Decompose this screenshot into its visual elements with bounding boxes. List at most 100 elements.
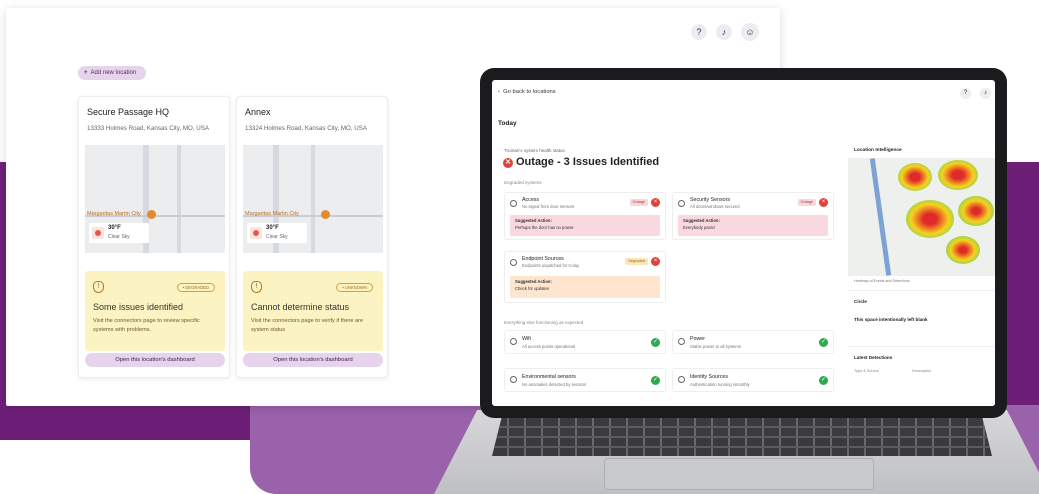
location-pin-icon xyxy=(147,210,156,219)
weather-temp: 30°F xyxy=(108,225,121,231)
column-header[interactable]: Type & Source xyxy=(854,369,879,373)
location-map[interactable]: Margaritas Martin City 30°F Clear Sky xyxy=(85,145,225,253)
outage-badge: Outage xyxy=(797,199,816,206)
access-icon xyxy=(510,200,517,207)
system-description: Stable power to all systems xyxy=(690,344,741,349)
system-title: Access xyxy=(522,197,540,203)
system-title: Power xyxy=(690,336,706,342)
system-card-identity[interactable]: Identity Sources Authentication running … xyxy=(672,368,834,392)
back-link-label: Go back to locations xyxy=(503,89,556,95)
column-header[interactable]: Description xyxy=(912,369,931,373)
system-description: No signal from door sensors xyxy=(522,204,575,209)
weather-widget: 30°F Clear Sky xyxy=(247,223,307,243)
weather-icon xyxy=(250,227,262,239)
suggested-action-label: Suggested Action: xyxy=(515,218,552,223)
status-box: ! • UNKNOWN Cannot determine status Visi… xyxy=(243,271,383,351)
system-title: Identity Sources xyxy=(690,374,728,380)
bell-icon[interactable]: ♪ xyxy=(980,88,991,99)
help-icon[interactable]: ? xyxy=(960,88,971,99)
status-description: Visit the connectors page to verify if t… xyxy=(251,318,364,333)
health-label: Truman's system health status xyxy=(504,148,565,153)
suggested-action: Suggested Action: Check for updates xyxy=(510,276,660,298)
suggested-action: Suggested Action: Everybody panic! xyxy=(678,215,828,236)
wifi-icon xyxy=(510,338,517,345)
check-icon: ✓ xyxy=(819,376,828,385)
location-map[interactable]: Margaritas Martin City 30°F Clear Sky xyxy=(243,145,383,253)
circle-panel: Circle This space intentionally left bla… xyxy=(848,290,995,336)
degraded-badge: Degraded xyxy=(625,258,648,265)
back-link[interactable]: ‹ Go back to locations xyxy=(498,89,556,95)
outage-badge: Outage xyxy=(629,199,648,206)
error-icon: × xyxy=(819,198,828,207)
health-panel: Truman's system health status ✕ Outage - … xyxy=(498,140,838,406)
shield-alert-icon: ! xyxy=(93,281,104,293)
map-place-label: Margaritas Martin City xyxy=(87,211,141,217)
weather-condition: Clear Sky xyxy=(108,234,130,240)
heat-spot xyxy=(938,160,978,190)
endpoint-icon xyxy=(510,259,517,266)
status-title: Some issues identified xyxy=(93,302,184,312)
open-dashboard-button[interactable]: Open this location's dashboard xyxy=(243,353,383,367)
heat-spot xyxy=(898,163,932,191)
system-title: Endpoint Sources xyxy=(522,256,564,262)
system-description: All doors/windows secured xyxy=(690,204,740,209)
system-card-access[interactable]: Access No signal from door sensors Outag… xyxy=(504,192,666,240)
location-address: 13333 Holmes Road, Kansas City, MO, USA xyxy=(87,125,209,132)
shield-alert-icon: ! xyxy=(251,281,262,293)
add-location-button[interactable]: + Add new location xyxy=(78,66,146,80)
status-description: Visit the connectors page to review spec… xyxy=(93,318,200,333)
location-card-annex: Annex 13324 Holmes Road, Kansas City, MO… xyxy=(236,96,388,378)
suggested-action-text: Check for updates xyxy=(515,286,549,291)
power-icon xyxy=(678,338,685,345)
ok-label: Everything else functioning as expected xyxy=(504,320,584,325)
weather-icon xyxy=(92,227,104,239)
system-card-power[interactable]: Power Stable power to all systems ✓ xyxy=(672,330,834,354)
heatmap[interactable] xyxy=(848,158,995,276)
error-icon: × xyxy=(651,257,660,266)
system-title: Environmental sensors xyxy=(522,374,576,380)
status-title: Cannot determine status xyxy=(251,302,350,312)
check-icon: ✓ xyxy=(651,376,660,385)
suggested-action-text: Perhaps the door has no power. xyxy=(515,225,575,230)
location-pin-icon xyxy=(321,210,330,219)
heatmap-caption: Heatmap of Events and Detections xyxy=(854,279,910,283)
bell-icon[interactable]: ♪ xyxy=(716,24,732,40)
circle-title: Circle xyxy=(854,299,867,304)
system-card-security-sensors[interactable]: Security Sensors All doors/windows secur… xyxy=(672,192,834,240)
location-address: 13324 Holmes Road, Kansas City, MO, USA xyxy=(245,125,367,132)
add-location-label: Add new location xyxy=(90,70,137,76)
heat-spot xyxy=(946,236,980,264)
map-road xyxy=(177,145,181,253)
location-name: Annex xyxy=(245,107,271,117)
weather-temp: 30°F xyxy=(266,225,279,231)
system-description: All access points operational xyxy=(522,344,576,349)
status-badge: • DEGRADED xyxy=(176,283,215,292)
outage-headline-text: Outage - 3 Issues Identified xyxy=(516,156,660,168)
system-card-endpoint-sources[interactable]: Endpoint Sources Endpoints unpatched for… xyxy=(504,251,666,303)
map-place-label: Margaritas Martin City xyxy=(245,211,299,217)
error-icon: × xyxy=(651,198,660,207)
map-road xyxy=(311,145,315,253)
system-card-wifi[interactable]: Wifi All access points operational ✓ xyxy=(504,330,666,354)
user-icon[interactable]: ☺ xyxy=(741,23,759,41)
suggested-action-label: Suggested Action: xyxy=(515,279,552,284)
status-badge: • UNKNOWN xyxy=(336,283,373,292)
detections-title: Latest Detections xyxy=(854,355,893,360)
suggested-action: Suggested Action: Perhaps the door has n… xyxy=(510,215,660,236)
outage-headline: ✕ Outage - 3 Issues Identified xyxy=(503,156,659,168)
check-icon: ✓ xyxy=(651,338,660,347)
open-dashboard-button[interactable]: Open this location's dashboard xyxy=(85,353,225,367)
check-icon: ✓ xyxy=(819,338,828,347)
intel-title: Location Intelligence xyxy=(854,148,902,153)
system-title: Wifi xyxy=(522,336,531,342)
system-title: Security Sensors xyxy=(690,197,731,203)
heat-spot xyxy=(906,200,954,238)
plus-icon: + xyxy=(84,70,88,76)
weather-widget: 30°F Clear Sky xyxy=(89,223,149,243)
thermometer-icon xyxy=(510,376,517,383)
laptop-trackpad xyxy=(604,458,874,490)
help-icon[interactable]: ? xyxy=(691,24,707,40)
map-road xyxy=(869,158,892,276)
system-card-environmental[interactable]: Environmental sensors No anomalies detec… xyxy=(504,368,666,392)
detections-panel: Latest Detections Type & Source Descript… xyxy=(848,346,995,406)
